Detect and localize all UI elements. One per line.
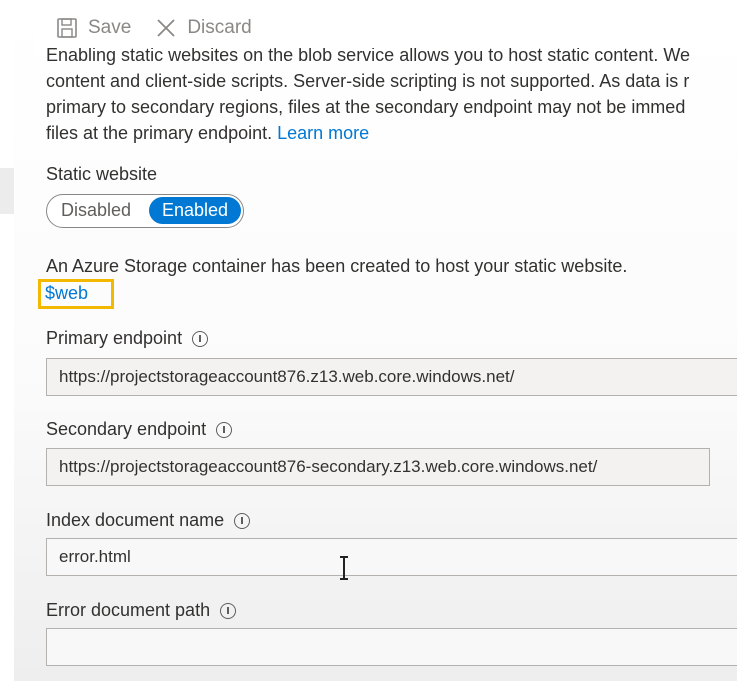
index-document-label-text: Index document name [46, 510, 225, 530]
info-icon[interactable] [192, 330, 209, 347]
discard-label: Discard [187, 17, 252, 38]
intro-line-4: files at the primary endpoint. Learn mor… [46, 120, 737, 146]
info-icon[interactable] [234, 512, 251, 529]
error-document-input[interactable] [46, 628, 737, 666]
save-button[interactable]: Save [56, 17, 131, 39]
info-icon[interactable] [216, 421, 233, 438]
error-document-label: Error document path [46, 600, 237, 621]
intro-line-1: Enabling static websites on the blob ser… [46, 48, 691, 65]
primary-endpoint-label-text: Primary endpoint [46, 328, 183, 348]
index-document-input[interactable]: error.html [46, 538, 737, 576]
error-document-label-text: Error document path [46, 600, 211, 620]
discard-button[interactable]: Discard [155, 17, 252, 39]
text-cursor-icon [340, 556, 348, 580]
left-panel-selected-marker [0, 168, 14, 214]
web-container-link[interactable]: $web [45, 283, 88, 304]
intro-description: Enabling static websites on the blob ser… [46, 48, 737, 146]
index-document-label: Index document name [46, 510, 251, 531]
save-label: Save [88, 17, 132, 38]
highlight-box: $web [38, 279, 114, 309]
container-note: An Azure Storage container has been crea… [46, 256, 628, 276]
left-panel-edge [0, 0, 14, 681]
static-website-toggle[interactable]: Disabled Enabled [46, 194, 244, 228]
secondary-endpoint-label-text: Secondary endpoint [46, 419, 207, 439]
intro-line-2: content and client-side scripts. Server-… [46, 71, 690, 91]
primary-endpoint-field[interactable]: https://projectstorageaccount876.z13.web… [46, 358, 737, 396]
toggle-option-enabled[interactable]: Enabled [149, 197, 241, 224]
info-icon[interactable] [220, 602, 237, 619]
secondary-endpoint-label: Secondary endpoint [46, 419, 233, 440]
close-icon [157, 19, 175, 37]
intro-line-3: primary to secondary regions, files at t… [46, 97, 686, 117]
toggle-option-disabled[interactable]: Disabled [61, 195, 131, 226]
learn-more-link[interactable]: Learn more [277, 123, 369, 143]
save-icon [57, 18, 77, 38]
static-website-label: Static website [46, 164, 158, 184]
intro-line-4-text: files at the primary endpoint. [46, 123, 273, 143]
primary-endpoint-label: Primary endpoint [46, 328, 209, 349]
secondary-endpoint-field[interactable]: https://projectstorageaccount876-seconda… [46, 448, 710, 486]
